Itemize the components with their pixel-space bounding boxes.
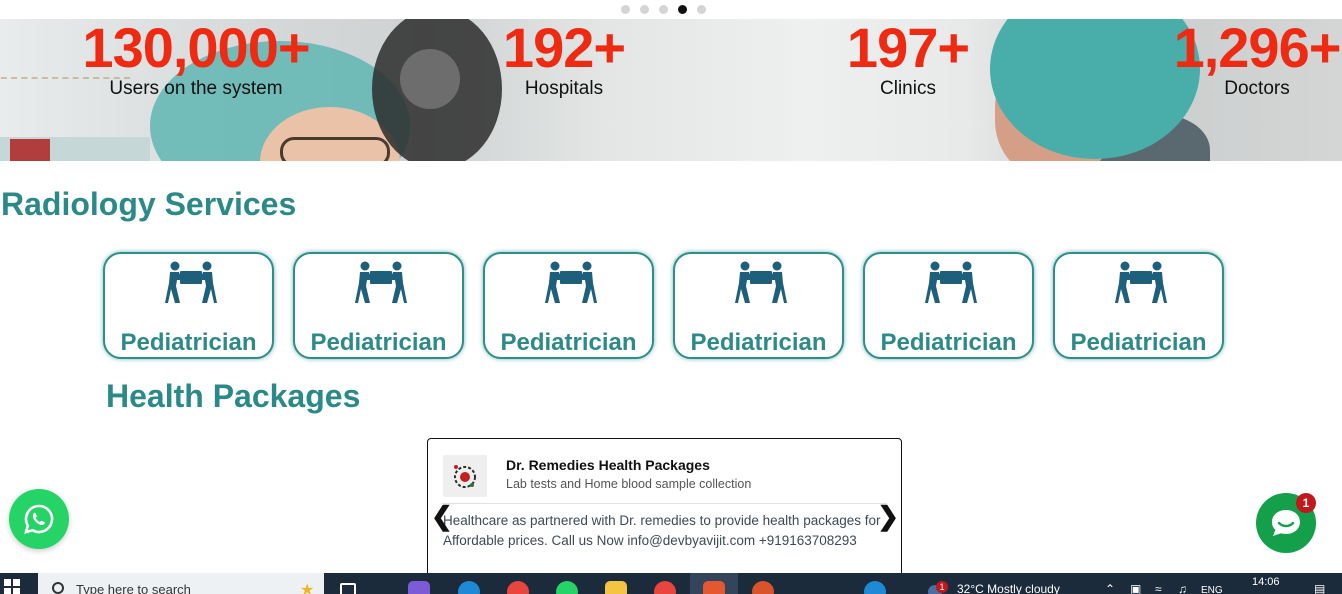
whatsapp-app-icon[interactable] xyxy=(556,581,578,594)
search-highlight-icon: ★ xyxy=(300,582,315,594)
tray-device-icon[interactable]: ▣ xyxy=(1130,582,1141,594)
carousel-dot[interactable] xyxy=(640,5,649,14)
service-card[interactable]: Pediatrician xyxy=(1053,252,1224,359)
banner-background-shape xyxy=(10,139,50,161)
stat-doctors: 1,296+ Doctors xyxy=(1172,19,1342,100)
taskbar-search-box[interactable]: Type here to search ★ xyxy=(38,573,324,594)
notification-center-icon[interactable]: ▤ xyxy=(1314,582,1325,594)
tray-chevron-up-icon[interactable]: ⌃ xyxy=(1105,582,1115,594)
chat-notification-badge: 1 xyxy=(1296,493,1316,513)
stat-label: Hospitals xyxy=(524,78,604,99)
package-subtitle: Lab tests and Home blood sample collecti… xyxy=(506,477,752,491)
weather-text[interactable]: 32°C Mostly cloudy xyxy=(957,582,1060,594)
search-icon xyxy=(52,582,64,594)
package-description: Healthcare as partnered with Dr. remedie… xyxy=(443,513,881,548)
people-carry-icon xyxy=(545,261,597,303)
carousel-dots xyxy=(621,5,706,14)
chevron-right-icon[interactable]: ❯ xyxy=(877,501,899,532)
chevron-left-icon[interactable]: ❮ xyxy=(431,501,453,532)
file-explorer-icon[interactable] xyxy=(605,581,627,594)
stat-value: 130,000+ xyxy=(82,16,310,79)
language-indicator[interactable]: ENG xyxy=(1201,585,1223,594)
stat-clinics: 197+ Clinics xyxy=(842,19,974,100)
package-title: Dr. Remedies Health Packages xyxy=(506,457,710,473)
service-card[interactable]: Pediatrician xyxy=(293,252,464,359)
carousel-dot-active[interactable] xyxy=(678,5,687,14)
stat-value: 192+ xyxy=(502,16,626,79)
task-view-icon[interactable] xyxy=(340,583,356,594)
service-card[interactable]: Pediatrician xyxy=(673,252,844,359)
banner-fan-hub xyxy=(400,49,460,109)
stat-hospitals: 192+ Hospitals xyxy=(498,19,630,100)
chrome-profile-icon[interactable] xyxy=(654,581,676,594)
taskbar-clock[interactable]: 14:06 xyxy=(1252,576,1280,588)
carousel-dot[interactable] xyxy=(697,5,706,14)
chrome-icon[interactable] xyxy=(507,581,529,594)
taskbar-notification-badge: 1 xyxy=(936,581,948,593)
wifi-icon[interactable]: ≈ xyxy=(1155,582,1162,594)
carousel-dot[interactable] xyxy=(621,5,630,14)
package-logo xyxy=(443,455,487,497)
people-carry-icon xyxy=(735,261,787,303)
package-divider xyxy=(442,503,887,504)
health-packages-title: Health Packages xyxy=(106,378,361,414)
service-card-label: Pediatrician xyxy=(880,329,1017,356)
taskbar-search-placeholder: Type here to search xyxy=(76,582,191,594)
people-carry-icon xyxy=(355,261,407,303)
stat-value: 197+ xyxy=(846,16,970,79)
stat-label: Doctors xyxy=(1224,78,1290,99)
edge-icon[interactable] xyxy=(458,581,480,594)
radiology-service-cards: Pediatrician Pediatrician Pediatrician P… xyxy=(103,252,1224,359)
stat-label: Users on the system xyxy=(109,78,283,99)
stat-value: 1,296+ xyxy=(1173,16,1342,79)
windows-start-icon[interactable] xyxy=(4,579,20,594)
people-carry-icon xyxy=(1115,261,1167,303)
service-card[interactable]: Pediatrician xyxy=(863,252,1034,359)
health-package-card[interactable]: Dr. Remedies Health Packages Lab tests a… xyxy=(427,438,902,578)
whatsapp-button[interactable] xyxy=(9,489,69,549)
volume-icon[interactable]: ♫ xyxy=(1178,582,1187,594)
service-card-label: Pediatrician xyxy=(1070,329,1207,356)
stat-label: Clinics xyxy=(880,78,936,99)
people-carry-icon xyxy=(165,261,217,303)
app-icon[interactable] xyxy=(752,581,774,594)
page: 130,000+ Users on the system 192+ Hospit… xyxy=(0,0,1342,594)
radiology-services-title: Radiology Services xyxy=(1,186,297,222)
banner-glasses xyxy=(280,137,390,161)
service-card[interactable]: Pediatrician xyxy=(483,252,654,359)
service-card-label: Pediatrician xyxy=(500,329,637,356)
dr-remedies-logo-icon xyxy=(454,465,476,488)
copilot-icon[interactable] xyxy=(408,581,430,594)
service-card-label: Pediatrician xyxy=(120,329,257,356)
service-card-label: Pediatrician xyxy=(690,329,827,356)
whatsapp-icon xyxy=(24,504,54,534)
service-card-label: Pediatrician xyxy=(310,329,447,356)
windows-taskbar: Type here to search ★ 1 32°C Mostly clou… xyxy=(0,573,1342,594)
service-card[interactable]: Pediatrician xyxy=(103,252,274,359)
people-carry-icon xyxy=(925,261,977,303)
carousel-dot[interactable] xyxy=(659,5,668,14)
brave-browser-icon[interactable] xyxy=(703,581,725,594)
stat-users: 130,000+ Users on the system xyxy=(80,19,312,100)
help-icon[interactable] xyxy=(864,581,886,594)
